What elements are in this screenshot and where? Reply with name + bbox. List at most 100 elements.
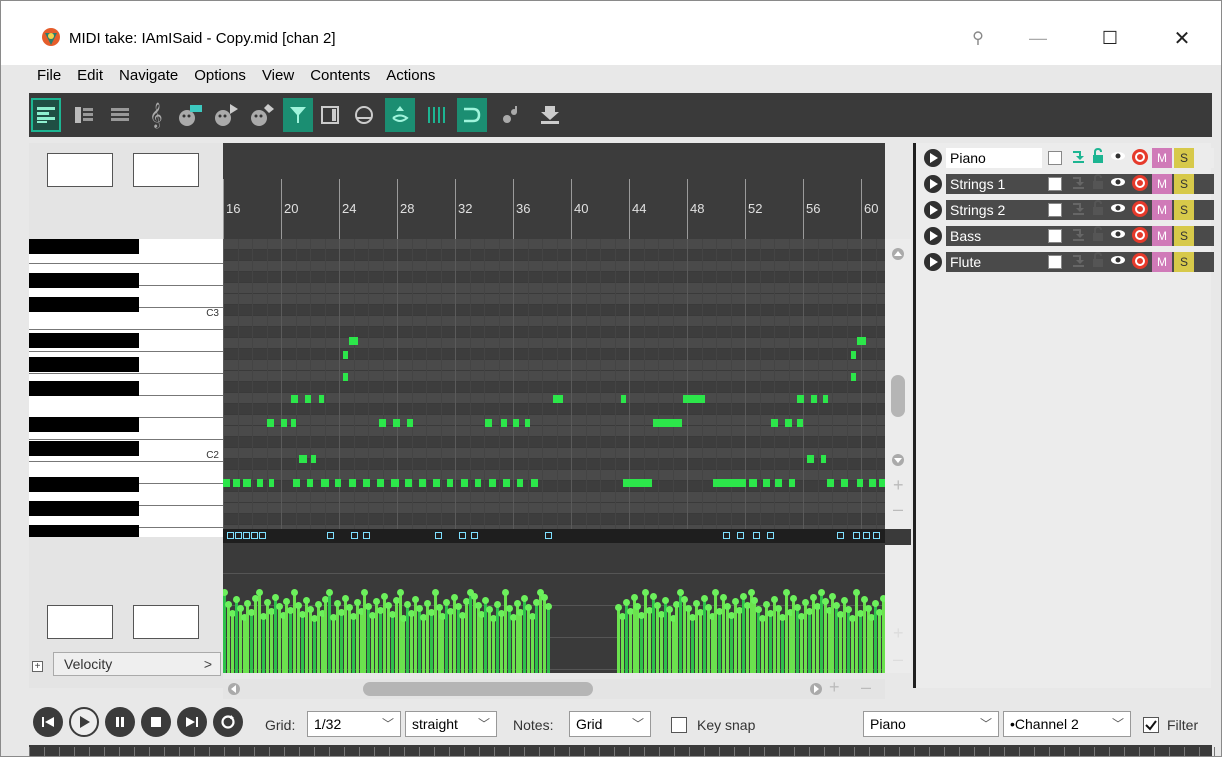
midi-note[interactable] xyxy=(503,479,510,487)
text-event-marker[interactable] xyxy=(753,532,760,539)
minimize-button[interactable]: — xyxy=(1015,23,1061,53)
maximize-button[interactable]: ☐ xyxy=(1087,23,1133,53)
eye-icon[interactable] xyxy=(1108,200,1128,220)
text-event-marker[interactable] xyxy=(737,532,744,539)
velocity-handle[interactable] xyxy=(775,605,782,612)
velocity-bar[interactable] xyxy=(851,619,854,673)
velocity-handle[interactable] xyxy=(872,600,879,607)
velocity-bar[interactable] xyxy=(402,619,405,673)
velocity-handle[interactable] xyxy=(521,595,528,602)
track-name[interactable]: Flute xyxy=(946,252,1042,272)
velocity-handle[interactable] xyxy=(342,595,349,602)
record-arm-icon[interactable] xyxy=(1130,252,1150,272)
velocity-handle[interactable] xyxy=(303,597,310,604)
midi-note[interactable] xyxy=(391,479,399,487)
velocity-handle[interactable] xyxy=(631,594,638,601)
velocity-handle[interactable] xyxy=(662,597,669,604)
import-icon[interactable] xyxy=(535,98,565,132)
velocity-lane[interactable] xyxy=(223,543,885,673)
midi-note[interactable] xyxy=(363,479,370,487)
velocity-bar[interactable] xyxy=(808,612,811,673)
horizontal-scrollbar[interactable]: + – xyxy=(223,677,885,699)
velocity-bar[interactable] xyxy=(328,593,331,673)
velocity-handle[interactable] xyxy=(666,606,673,613)
midi-note[interactable] xyxy=(821,455,826,463)
solo-button[interactable]: S xyxy=(1174,252,1194,272)
velocity-handle[interactable] xyxy=(373,598,380,605)
note-name-box[interactable] xyxy=(47,153,113,187)
notation-mode-icon[interactable]: 𝄞 xyxy=(141,98,171,132)
play-circle-icon[interactable] xyxy=(924,253,942,271)
text-event-marker[interactable] xyxy=(363,532,370,539)
track-checkbox[interactable] xyxy=(1048,203,1062,217)
lane-zoom-in-icon[interactable]: + xyxy=(893,623,904,644)
track-row[interactable]: Bass M S xyxy=(924,225,1214,247)
velocity-bar[interactable] xyxy=(258,593,261,673)
black-key[interactable] xyxy=(29,381,139,396)
track-row[interactable]: Strings 2 MS xyxy=(924,199,1214,221)
velocity-bar[interactable] xyxy=(492,619,495,673)
midi-note[interactable] xyxy=(807,455,814,463)
midi-note[interactable] xyxy=(737,479,746,487)
midi-note[interactable] xyxy=(243,479,251,487)
black-key[interactable] xyxy=(29,273,139,288)
record-arm-icon[interactable] xyxy=(1130,148,1150,168)
velocity-handle[interactable] xyxy=(794,604,801,611)
velocity-handle[interactable] xyxy=(307,606,314,613)
text-event-marker[interactable] xyxy=(767,532,774,539)
mute-button[interactable]: M xyxy=(1152,174,1172,194)
text-event-marker[interactable] xyxy=(459,532,466,539)
velocity-handle[interactable] xyxy=(783,589,790,596)
velocity-bar[interactable] xyxy=(313,619,316,673)
velocity-bar[interactable] xyxy=(352,617,355,673)
text-event-marker[interactable] xyxy=(873,532,880,539)
velocity-handle[interactable] xyxy=(681,596,688,603)
black-key[interactable] xyxy=(29,441,139,456)
midi-note[interactable] xyxy=(513,419,519,427)
midi-note[interactable] xyxy=(517,479,523,487)
cc-value-box[interactable] xyxy=(47,605,113,639)
midi-note[interactable] xyxy=(407,419,413,427)
text-event-marker[interactable] xyxy=(435,532,442,539)
velocity-bar[interactable] xyxy=(870,618,873,673)
velocity-bar[interactable] xyxy=(761,619,764,673)
velocity-bar[interactable] xyxy=(500,614,503,673)
velocity-bar[interactable] xyxy=(289,611,292,673)
midi-note[interactable] xyxy=(433,479,440,487)
velocity-handle[interactable] xyxy=(829,593,836,600)
midi-note[interactable] xyxy=(269,479,274,487)
velocity-bar[interactable] xyxy=(519,613,522,673)
midi-note[interactable] xyxy=(653,419,668,427)
velocity-bar[interactable] xyxy=(769,614,772,673)
velocity-bar[interactable] xyxy=(660,615,663,673)
piano-roll-grid[interactable] xyxy=(223,239,885,529)
midi-note[interactable] xyxy=(267,419,274,427)
play-circle-icon[interactable] xyxy=(924,201,942,219)
velocity-handle[interactable] xyxy=(755,606,762,613)
velocity-bar[interactable] xyxy=(714,593,717,673)
cc-lane-selector[interactable]: Velocity > xyxy=(53,652,221,676)
velocity-bar[interactable] xyxy=(250,613,253,673)
velocity-bar[interactable] xyxy=(781,618,784,673)
event-list-mode-icon[interactable] xyxy=(105,98,135,132)
velocity-bar[interactable] xyxy=(878,613,881,673)
loop-icon[interactable] xyxy=(213,707,243,737)
velocity-bar[interactable] xyxy=(262,617,265,673)
play-circle-icon[interactable] xyxy=(924,149,942,167)
grid-icon[interactable] xyxy=(421,98,451,132)
velocity-bar[interactable] xyxy=(730,616,733,673)
velocity-handle[interactable] xyxy=(861,596,868,603)
track-row[interactable]: Flute M S xyxy=(924,251,1214,273)
text-event-marker[interactable] xyxy=(723,532,730,539)
black-key[interactable] xyxy=(29,525,139,537)
record-arm-icon[interactable] xyxy=(1130,226,1150,246)
text-event-marker[interactable] xyxy=(259,532,266,539)
velocity-bar[interactable] xyxy=(340,613,343,673)
velocity-bar[interactable] xyxy=(512,618,515,673)
midi-note[interactable] xyxy=(621,395,626,403)
midi-note[interactable] xyxy=(797,419,803,427)
velocity-bar[interactable] xyxy=(699,613,702,673)
midi-note[interactable] xyxy=(763,479,770,487)
piano-keyboard[interactable]: C3 C2 xyxy=(29,239,223,537)
velocity-handle[interactable] xyxy=(326,589,333,596)
